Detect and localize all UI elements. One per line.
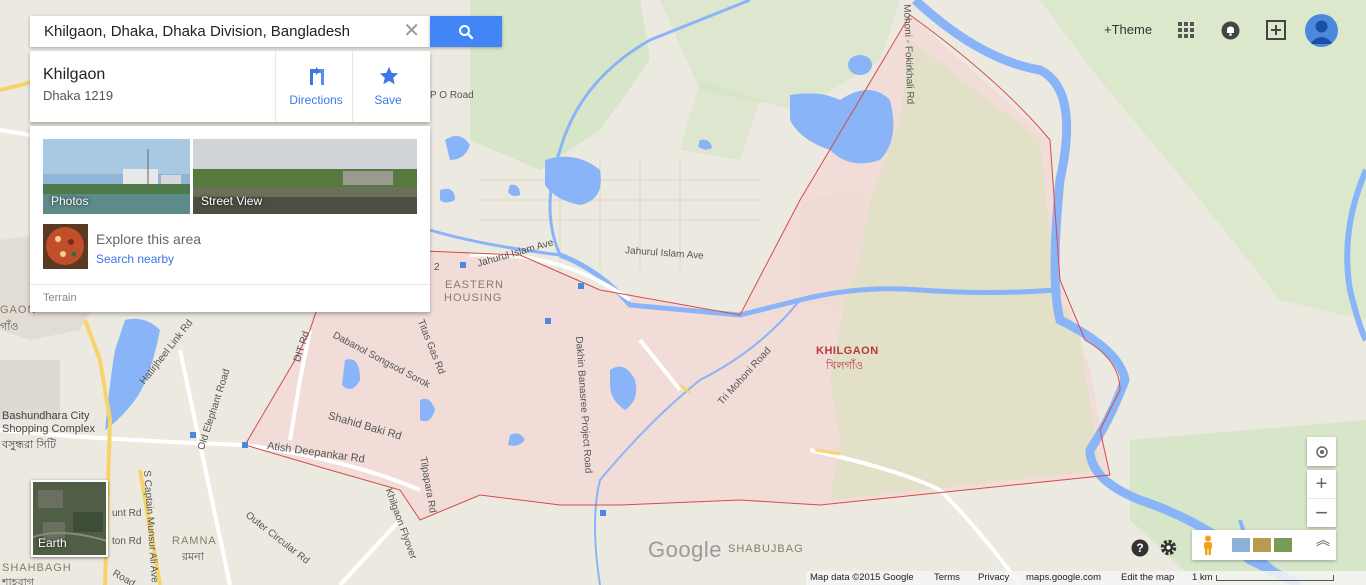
map-label-khilgaon: KHILGAON (816, 345, 879, 357)
share-icon[interactable] (1266, 20, 1286, 45)
imagery-tray: ︽ (1192, 530, 1336, 560)
photos-thumbnail[interactable]: Photos (43, 139, 190, 214)
street-view-thumbnail[interactable]: Street View (193, 139, 417, 214)
divider (30, 284, 430, 285)
map-label: 2 (434, 262, 440, 273)
url-link[interactable]: maps.google.com (1026, 572, 1101, 583)
map-label: Shopping Complex (2, 423, 95, 435)
photos-label: Photos (51, 194, 89, 208)
explore-title: Explore this area (96, 231, 202, 247)
map-label: বসুন্ধরা সিটি (2, 439, 56, 451)
map-label: RAMNA (172, 535, 217, 547)
map-label: EASTERN (445, 279, 504, 291)
save-button[interactable]: Save (350, 51, 426, 122)
help-icon[interactable]: ? (1131, 539, 1149, 562)
close-icon[interactable]: ✕ (403, 21, 420, 41)
pizza-icon (43, 224, 88, 269)
attribution-bar: Map data ©2015 Google Terms Privacy maps… (806, 571, 1366, 585)
explore-thumbnail[interactable] (43, 224, 88, 269)
place-subtitle: Dhaka 1219 (43, 88, 114, 103)
map-label: রমনা (182, 551, 204, 563)
svg-text:?: ? (1136, 541, 1143, 555)
map-label: HOUSING (444, 292, 503, 304)
map-label: গাঁও (0, 321, 19, 333)
star-icon (379, 66, 399, 85)
search-input[interactable] (30, 16, 390, 47)
imagery-thumb[interactable] (1232, 538, 1250, 552)
notifications-icon[interactable] (1221, 21, 1240, 45)
earth-label: Earth (38, 536, 67, 550)
details-panel: Photos Street View Explore this area Sea… (30, 126, 430, 312)
terrain-toggle[interactable]: Terrain (43, 292, 77, 304)
imagery-thumb[interactable] (1253, 538, 1271, 552)
edit-map-link[interactable]: Edit the map (1121, 572, 1174, 583)
map-label: SHABUJBAG (728, 543, 804, 555)
scale-bar (1216, 575, 1334, 581)
search-icon (459, 24, 474, 39)
search-button[interactable] (430, 16, 502, 47)
save-label: Save (374, 93, 402, 107)
street-view-label: Street View (201, 194, 263, 208)
user-icon (1310, 20, 1333, 44)
zoom-control: + − (1307, 470, 1336, 527)
scale-label: 1 km (1192, 572, 1213, 583)
directions-icon (310, 67, 324, 85)
privacy-link[interactable]: Privacy (978, 572, 1009, 583)
avatar[interactable] (1305, 14, 1338, 47)
theme-link[interactable]: +Theme (1104, 22, 1152, 37)
my-location-button[interactable] (1307, 437, 1336, 466)
map-label: P O Road (430, 90, 474, 101)
map-label-khilgaon-bn: খিলগাঁও (826, 360, 864, 372)
map-label: unt Rd (112, 508, 142, 519)
terms-link[interactable]: Terms (934, 572, 960, 583)
divider (275, 51, 276, 122)
search-box: ✕ (30, 16, 430, 47)
zoom-out-button[interactable]: − (1307, 499, 1336, 527)
map-label: SHAHBAGH (2, 562, 72, 574)
directions-label: Directions (289, 93, 343, 107)
map-data-text: Map data ©2015 Google (810, 572, 914, 583)
directions-button[interactable]: Directions (278, 51, 354, 122)
place-title: Khilgaon (43, 66, 106, 83)
pegman-icon[interactable] (1202, 535, 1214, 560)
gear-icon[interactable] (1159, 538, 1178, 562)
google-logo: Google (648, 537, 722, 562)
map-label: ton Rd (112, 536, 142, 547)
chevron-up-icon[interactable]: ︽ (1316, 533, 1330, 547)
map-label: Bashundhara City (2, 410, 90, 422)
search-nearby-link[interactable]: Search nearby (96, 252, 174, 266)
zoom-in-button[interactable]: + (1307, 471, 1336, 499)
location-icon (1315, 445, 1328, 458)
imagery-thumb[interactable] (1274, 538, 1292, 552)
apps-icon[interactable] (1178, 22, 1194, 43)
map-label: শাহবাগ (2, 577, 34, 585)
earth-view-toggle[interactable]: Earth (31, 480, 108, 557)
place-card: Khilgaon Dhaka 1219 Directions Save (30, 51, 430, 122)
